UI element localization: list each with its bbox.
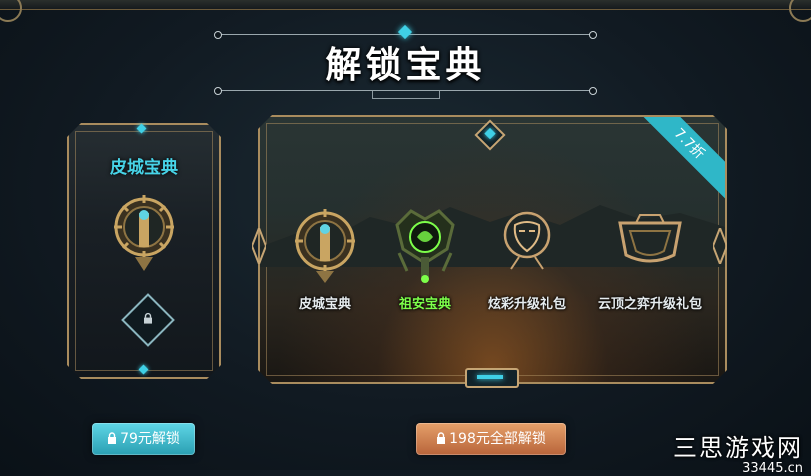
unlock-all-198-button[interactable]: 198元全部解锁 [416, 423, 566, 455]
bundle-item-zaun-pass[interactable]: 祖安宝典 [370, 205, 480, 312]
bundle-item-chroma-pack[interactable]: 炫彩升级礼包 [472, 205, 582, 312]
tft-arena-icon [612, 205, 688, 285]
chroma-mask-icon [489, 205, 565, 285]
left-side-ornament [252, 228, 266, 264]
button-label: 198元全部解锁 [449, 431, 546, 447]
top-frame-bar [0, 0, 811, 10]
piltover-pass-emblem-icon [287, 205, 363, 285]
watermark-title: 三思游戏网 [673, 434, 803, 462]
right-side-ornament [713, 228, 727, 264]
item-label: 祖安宝典 [398, 297, 451, 312]
bundle-item-tft-pack[interactable]: 云顶之弈升级礼包 [590, 205, 710, 312]
bundle-item-piltover-pass[interactable]: 皮城宝典 [270, 205, 380, 312]
corner-ornament-right [789, 0, 811, 22]
lock-icon [142, 313, 154, 325]
unlock-79-button[interactable]: 79元解锁 [92, 423, 195, 455]
lock-icon [437, 432, 446, 444]
item-label: 皮城宝典 [298, 297, 351, 312]
item-label: 炫彩升级礼包 [487, 297, 566, 312]
piltover-pass-card[interactable]: 皮城宝典 [67, 123, 221, 379]
piltover-pass-emblem-icon [109, 191, 179, 273]
item-label: 云顶之弈升级礼包 [597, 297, 702, 312]
page-title: 解锁宝典 [325, 45, 486, 86]
site-watermark: 三思游戏网 33445.cn [673, 428, 803, 476]
lock-icon [108, 432, 117, 444]
corner-ornament-left [0, 0, 22, 22]
button-label: 79元解锁 [120, 431, 180, 447]
zaun-bundle-card[interactable]: 7.7折 皮城宝典 祖安宝典 炫彩升级礼包 云顶之弈升级礼包 [258, 115, 727, 384]
card-title: 皮城宝典 [110, 158, 178, 178]
zaun-pass-emblem-icon [387, 205, 463, 285]
card-bottom-gem-icon [465, 368, 519, 388]
watermark-url: 33445.cn [742, 461, 803, 476]
